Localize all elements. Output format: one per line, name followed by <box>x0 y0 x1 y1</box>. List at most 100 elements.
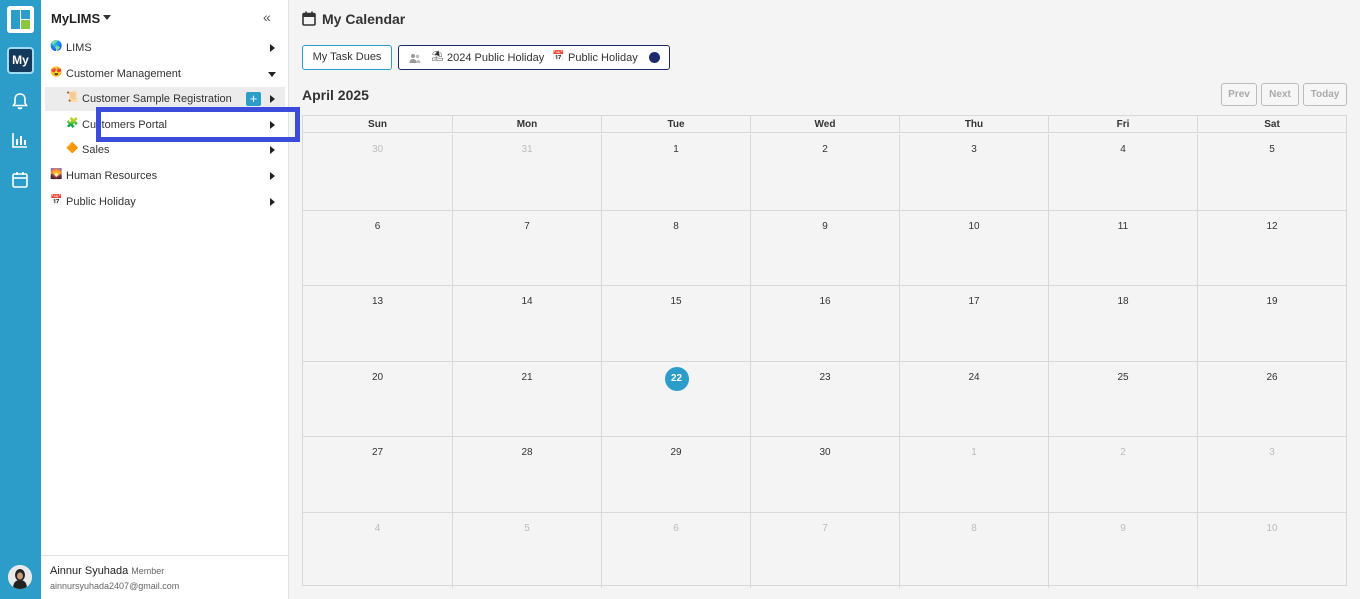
day-number: 31 <box>521 144 533 155</box>
day-number: 27 <box>371 447 384 459</box>
day-number: 16 <box>819 296 831 308</box>
my-workspace-button[interactable]: My <box>7 47 34 74</box>
my-task-dues-button[interactable]: My Task Dues <box>302 45 392 70</box>
day-cell[interactable]: 13 <box>303 285 452 361</box>
user-footer[interactable]: Ainnur Syuhada Member ainnursyuhada2407@g… <box>41 555 289 599</box>
smiley-icon: 😍 <box>50 67 63 78</box>
day-cell[interactable]: 4 <box>1048 134 1197 210</box>
user-name: Ainnur Syuhada <box>50 565 129 577</box>
day-cell[interactable]: 3 <box>1197 436 1346 512</box>
people-icon[interactable] <box>409 52 421 64</box>
day-cell[interactable]: 11 <box>1048 209 1197 286</box>
day-number: 3 <box>971 144 977 155</box>
day-cell[interactable]: 21 <box>452 360 601 437</box>
day-cell[interactable]: 14 <box>452 285 601 361</box>
chevron-right-icon[interactable] <box>270 172 275 180</box>
day-number: 6 <box>673 523 679 534</box>
day-number: 6 <box>374 220 381 232</box>
sidebar: MyLIMS « 🌎 LIMS 😍 Customer Management 📜 … <box>41 0 289 599</box>
calendar-filter-group[interactable]: ⛱ 2024 Public Holiday 📅 Public Holiday <box>398 45 670 70</box>
day-cell[interactable]: 25 <box>1048 360 1197 437</box>
add-button[interactable]: + <box>246 92 261 106</box>
day-cell[interactable]: 15 <box>601 285 750 361</box>
weekday-thu: Thu <box>899 116 1048 133</box>
day-cell[interactable]: 19 <box>1197 285 1346 361</box>
app-logo[interactable] <box>7 6 34 33</box>
chevron-right-icon[interactable] <box>270 95 275 103</box>
day-cell[interactable]: 9 <box>750 209 899 286</box>
day-cell[interactable]: 28 <box>452 436 601 512</box>
user-avatar[interactable] <box>8 565 32 589</box>
day-cell[interactable]: 12 <box>1197 209 1346 286</box>
next-button[interactable]: Next <box>1261 83 1299 106</box>
day-cell[interactable]: 6 <box>303 209 452 286</box>
day-cell[interactable]: 1 <box>601 134 750 210</box>
day-cell[interactable]: 27 <box>303 436 452 512</box>
day-cell[interactable]: 3 <box>899 134 1048 210</box>
day-cell[interactable]: 31 <box>452 134 601 210</box>
day-cell[interactable]: 30 <box>303 134 452 210</box>
chevron-right-icon[interactable] <box>270 44 275 52</box>
day-cell[interactable]: 24 <box>899 360 1048 437</box>
day-number: 26 <box>1266 371 1278 383</box>
day-cell[interactable]: 9 <box>1048 512 1197 588</box>
chart-icon[interactable] <box>9 129 31 151</box>
page-title: My Calendar <box>322 11 406 27</box>
color-dot[interactable] <box>649 52 660 63</box>
calendar-icon[interactable] <box>9 169 31 191</box>
today-indicator[interactable]: 22 <box>664 366 689 391</box>
bell-icon[interactable] <box>9 90 31 112</box>
day-cell[interactable]: 18 <box>1048 285 1197 361</box>
day-number: 12 <box>1266 220 1278 232</box>
day-cell[interactable]: 17 <box>899 285 1048 361</box>
today-button[interactable]: Today <box>1303 83 1347 106</box>
chevron-right-icon[interactable] <box>270 198 275 206</box>
sidebar-item-label: LIMS <box>66 42 92 54</box>
day-cell[interactable]: 6 <box>601 512 750 588</box>
sidebar-item-label: Customer Management <box>66 68 181 80</box>
day-number: 1 <box>673 144 679 155</box>
chevron-down-icon[interactable] <box>103 15 111 20</box>
app-rail: My <box>0 0 41 599</box>
day-cell[interactable]: 8 <box>601 209 750 286</box>
workspace-title[interactable]: MyLIMS <box>51 11 100 26</box>
day-cell[interactable]: 2 <box>750 134 899 210</box>
day-cell[interactable]: 10 <box>899 209 1048 286</box>
day-cell[interactable]: 29 <box>601 436 750 512</box>
day-number: 19 <box>1266 296 1278 308</box>
chevron-right-icon[interactable] <box>270 146 275 154</box>
day-cell[interactable]: 26 <box>1197 360 1346 437</box>
sidebar-item-label: Public Holiday <box>66 196 136 208</box>
filter-public-holiday[interactable]: Public Holiday <box>568 52 638 64</box>
day-cell[interactable]: 2 <box>1048 436 1197 512</box>
day-cell[interactable]: 5 <box>452 512 601 588</box>
day-cell[interactable]: 23 <box>750 360 899 437</box>
day-cell[interactable]: 10 <box>1197 512 1346 588</box>
collapse-sidebar-icon[interactable]: « <box>263 10 271 24</box>
day-cell[interactable]: 8 <box>899 512 1048 588</box>
day-number: 30 <box>819 447 831 459</box>
user-role: Member <box>131 566 165 576</box>
day-cell[interactable]: 16 <box>750 285 899 361</box>
day-cell[interactable]: 20 <box>303 360 452 437</box>
sidebar-item-public-holiday[interactable]: 📅 Public Holiday <box>45 190 285 214</box>
day-cell[interactable]: 4 <box>303 512 452 588</box>
chevron-down-icon[interactable] <box>268 72 276 77</box>
day-cell[interactable]: 7 <box>452 209 601 286</box>
day-cell[interactable]: 22 <box>601 360 750 437</box>
sidebar-item-lims[interactable]: 🌎 LIMS <box>45 36 285 60</box>
sidebar-item-label: Sales <box>82 144 110 156</box>
day-cell[interactable]: 30 <box>750 436 899 512</box>
calendar-icon <box>302 11 316 26</box>
sidebar-item-label: Human Resources <box>66 170 158 182</box>
calendar-icon: 📅 <box>552 51 565 62</box>
prev-button[interactable]: Prev <box>1221 83 1257 106</box>
filter-2024-public-holiday[interactable]: 2024 Public Holiday <box>447 52 544 64</box>
diamond-icon: 🔶 <box>66 143 79 154</box>
beach-umbrella-icon: ⛱ <box>431 51 444 62</box>
day-cell[interactable]: 7 <box>750 512 899 588</box>
sidebar-item-human-resources[interactable]: 🌄 Human Resources <box>45 164 285 188</box>
day-cell[interactable]: 1 <box>899 436 1048 512</box>
sidebar-item-customer-management[interactable]: 😍 Customer Management <box>45 62 285 86</box>
day-cell[interactable]: 5 <box>1197 134 1346 210</box>
